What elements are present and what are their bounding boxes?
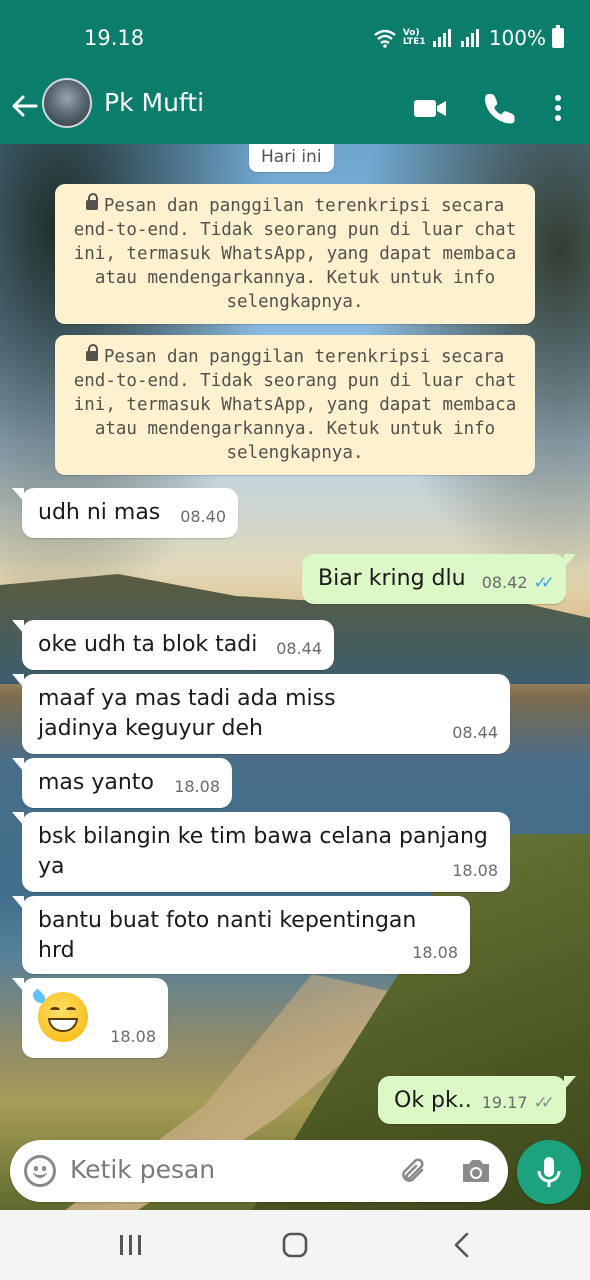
date-chip: Hari ini bbox=[249, 144, 334, 172]
top-bar: 19.18 Vo) LTE1 100% Pk Mufti bbox=[0, 0, 590, 144]
message-text: oke udh ta blok tadi bbox=[38, 632, 258, 657]
recent-apps-icon[interactable] bbox=[116, 1232, 146, 1258]
video-call-icon[interactable] bbox=[412, 90, 448, 126]
message-text: bantu buat foto nanti kepentingan hrd bbox=[38, 908, 417, 963]
message-text: udh ni mas bbox=[38, 500, 161, 525]
encryption-notice-text: Pesan dan panggilan terenkripsi secara e… bbox=[73, 347, 517, 463]
message-incoming[interactable]: bantu buat foto nanti kepentingan hrd 18… bbox=[12, 896, 470, 974]
avatar[interactable] bbox=[42, 78, 92, 128]
message-time: 18.08 bbox=[412, 943, 458, 962]
message-incoming[interactable]: maaf ya mas tadi ada miss jadinya keguyu… bbox=[12, 674, 510, 754]
attachment-icon[interactable] bbox=[398, 1155, 430, 1187]
signal-icon bbox=[432, 29, 455, 47]
contact-name[interactable]: Pk Mufti bbox=[104, 88, 204, 117]
microphone-icon bbox=[537, 1157, 561, 1187]
message-text: Biar kring dlu bbox=[318, 566, 466, 591]
status-icons: Vo) LTE1 100% bbox=[373, 25, 564, 50]
message-text: Ok pk.. bbox=[394, 1088, 472, 1113]
message-outgoing[interactable]: Ok pk.. 19.17 ✓✓ bbox=[378, 1076, 576, 1124]
chat-area[interactable]: Hari ini Pesan dan panggilan terenkripsi… bbox=[0, 144, 590, 1210]
message-time: 08.40 bbox=[180, 507, 226, 526]
network-label: Vo) LTE1 bbox=[402, 28, 426, 47]
message-text: mas yanto bbox=[38, 770, 154, 795]
chat-header: Pk Mufti bbox=[0, 72, 590, 144]
message-time: 18.08 bbox=[452, 861, 498, 880]
message-text: bsk bilangin ke tim bawa celana panjang … bbox=[38, 824, 488, 879]
emoji-icon[interactable] bbox=[24, 1155, 56, 1187]
encryption-notice[interactable]: Pesan dan panggilan terenkripsi secara e… bbox=[55, 335, 535, 475]
lock-icon bbox=[85, 193, 98, 212]
system-nav-bar bbox=[0, 1210, 590, 1280]
message-incoming[interactable]: udh ni mas 08.40 bbox=[12, 488, 238, 538]
encryption-notice[interactable]: Pesan dan panggilan terenkripsi secara e… bbox=[55, 184, 535, 324]
home-icon[interactable] bbox=[280, 1232, 310, 1258]
wifi-icon bbox=[374, 29, 396, 48]
grinning-face-with-sweat-emoji-icon bbox=[30, 988, 88, 1042]
read-ticks-icon: ✓✓ bbox=[533, 573, 555, 593]
back-nav-icon[interactable] bbox=[448, 1232, 478, 1258]
message-text: maaf ya mas tadi ada miss jadinya keguyu… bbox=[38, 686, 336, 741]
message-incoming[interactable]: mas yanto 18.08 bbox=[12, 758, 232, 808]
camera-icon[interactable] bbox=[460, 1157, 492, 1185]
status-bar: 19.18 Vo) LTE1 100% bbox=[0, 0, 590, 72]
message-time: 08.44 bbox=[452, 723, 498, 742]
message-incoming[interactable]: 18.08 bbox=[12, 978, 168, 1058]
message-incoming[interactable]: oke udh ta blok tadi 08.44 bbox=[12, 620, 334, 670]
back-arrow-icon[interactable] bbox=[10, 88, 40, 124]
message-composer[interactable]: Ketik pesan bbox=[10, 1140, 508, 1202]
message-outgoing[interactable]: Biar kring dlu 08.42 ✓✓ bbox=[302, 554, 576, 604]
delivered-ticks-icon: ✓✓ bbox=[533, 1093, 555, 1113]
message-input[interactable]: Ketik pesan bbox=[70, 1155, 215, 1184]
lock-icon bbox=[85, 344, 98, 363]
message-time: 18.08 bbox=[110, 1027, 156, 1046]
status-time: 19.18 bbox=[84, 26, 145, 50]
message-time: 19.17 bbox=[481, 1093, 528, 1112]
message-time: 18.08 bbox=[174, 777, 220, 796]
signal-icon-2 bbox=[460, 29, 483, 47]
more-options-icon[interactable] bbox=[546, 90, 570, 126]
message-time: 08.44 bbox=[276, 639, 322, 658]
encryption-notice-text: Pesan dan panggilan terenkripsi secara e… bbox=[73, 196, 517, 312]
message-incoming[interactable]: bsk bilangin ke tim bawa celana panjang … bbox=[12, 812, 510, 892]
voice-message-button[interactable] bbox=[517, 1140, 581, 1204]
battery-icon bbox=[552, 25, 564, 48]
voice-call-icon[interactable] bbox=[482, 90, 518, 126]
battery-percent: 100% bbox=[488, 26, 546, 50]
message-time: 08.42 bbox=[481, 573, 528, 592]
